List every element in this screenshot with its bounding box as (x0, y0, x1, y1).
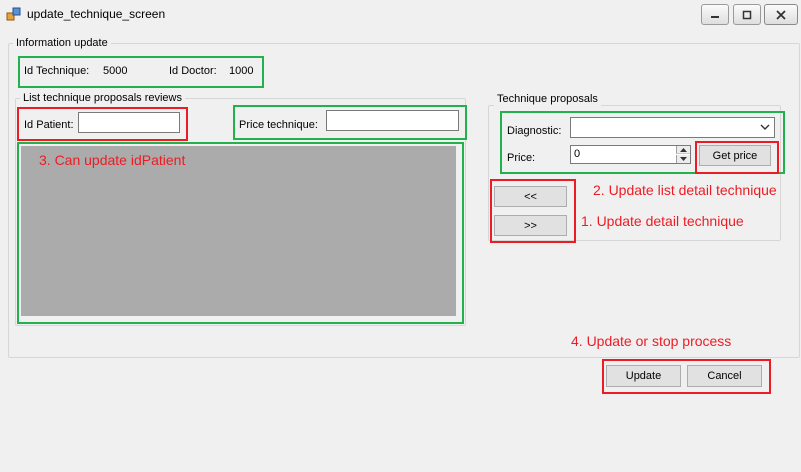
technique-details-grid[interactable] (21, 146, 456, 316)
price-technique-label: Price technique: (239, 119, 318, 131)
title-bar: update_technique_screen (0, 0, 801, 28)
minimize-icon (711, 15, 719, 18)
price-up-button[interactable] (676, 146, 690, 154)
maximize-icon (742, 10, 752, 19)
move-right-button[interactable]: >> (494, 215, 567, 236)
minimize-button[interactable] (701, 4, 729, 25)
annotation-1: 1. Update detail technique (581, 213, 744, 229)
price-stepper[interactable]: 0 (570, 145, 691, 164)
get-price-button[interactable]: Get price (699, 145, 771, 166)
annotation-2: 2. Update list detail technique (593, 182, 777, 198)
id-doctor-value: 1000 (229, 65, 254, 77)
move-left-button[interactable]: << (494, 186, 567, 207)
diagnostic-label: Diagnostic: (507, 125, 562, 137)
annotation-4: 4. Update or stop process (571, 333, 732, 349)
app-icon (6, 7, 21, 21)
chevron-down-icon (760, 124, 770, 130)
technique-proposals-title: Technique proposals (494, 93, 601, 106)
list-technique-proposals-title: List technique proposals reviews (20, 92, 185, 105)
annotation-3: 3. Can update idPatient (39, 152, 186, 168)
close-icon (776, 9, 786, 20)
id-technique-label: Id Technique: (24, 65, 90, 77)
update-button[interactable]: Update (606, 365, 681, 387)
close-button[interactable] (764, 4, 798, 25)
window-title: update_technique_screen (27, 7, 166, 21)
arrow-up-icon (680, 148, 687, 152)
arrow-down-icon (680, 157, 687, 161)
maximize-button[interactable] (733, 4, 761, 25)
id-patient-label: Id Patient: (24, 119, 74, 131)
price-technique-input[interactable] (326, 110, 459, 131)
information-update-title: Information update (13, 37, 111, 50)
id-technique-value: 5000 (103, 65, 128, 77)
id-doctor-label: Id Doctor: (169, 65, 217, 77)
id-patient-input[interactable] (78, 112, 180, 133)
price-value: 0 (574, 148, 581, 160)
price-down-button[interactable] (676, 155, 690, 163)
diagnostic-select[interactable] (570, 117, 775, 138)
cancel-button[interactable]: Cancel (687, 365, 762, 387)
price-label: Price: (507, 152, 536, 164)
